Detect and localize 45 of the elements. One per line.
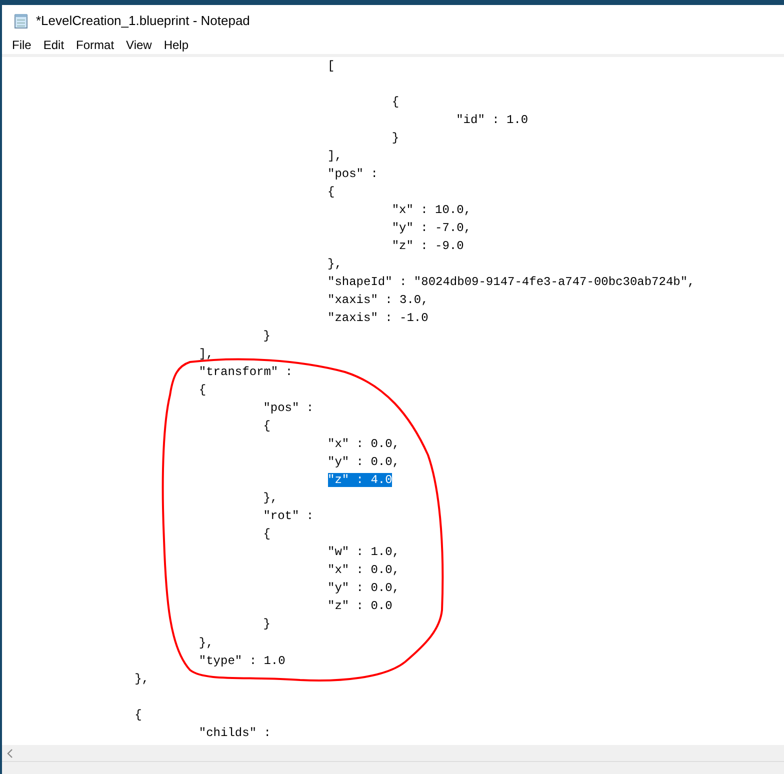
code-line: "z" : -9.0 — [392, 239, 464, 254]
code-line: "transform" : — [198, 365, 293, 380]
code-line: }, — [134, 672, 150, 686]
code-line: "type" : 1.0 — [198, 654, 286, 668]
notepad-icon — [13, 12, 29, 28]
code-line: "y" : -7.0, — [392, 221, 472, 236]
code-line: "x" : 10.0, — [392, 203, 472, 218]
code-line: "pos" : — [263, 401, 314, 416]
code-line: { — [263, 419, 270, 434]
code-line: "zaxis" : -1.0 — [328, 311, 428, 326]
code-line: "id" : 1.0 — [456, 113, 528, 128]
code-line: } — [392, 131, 400, 146]
code-line: } — [263, 617, 270, 632]
menu-item[interactable]: File — [6, 36, 38, 54]
code-line: "childs" : — [198, 726, 271, 740]
code-line: "w" : 1.0, — [328, 545, 400, 560]
horizontal-scrollbar[interactable] — [2, 745, 784, 762]
code-line: "shapeId" : "8024db09-9147-4fe3-a747-00bc30ab724b", — [328, 275, 695, 290]
code-line: ], — [328, 149, 342, 164]
code-line: ], — [198, 347, 214, 362]
selected-text: "z" : 4.0 — [328, 473, 392, 488]
menu-item[interactable]: Edit — [37, 36, 70, 54]
code-line: [ — [328, 59, 335, 73]
scroll-left-icon[interactable] — [7, 748, 13, 758]
code-line: "x" : 0.0, — [328, 437, 400, 452]
code-line: "pos" : — [328, 167, 378, 182]
menu-item[interactable]: View — [120, 36, 158, 54]
code-line: "z" : 0.0 — [328, 599, 392, 614]
code-line: }, — [263, 491, 278, 506]
code-line: }, — [328, 257, 342, 272]
menu-item[interactable]: Help — [158, 36, 195, 54]
code-line: { — [134, 708, 142, 722]
code-line: "y" : 0.0, — [328, 581, 400, 596]
menu-item[interactable]: Format — [70, 36, 120, 54]
code-line: } — [263, 329, 270, 344]
window-title: *LevelCreation_1.blueprint - Notepad — [36, 12, 250, 30]
code-line: }, — [198, 636, 214, 650]
code-line: "xaxis" : 3.0, — [328, 293, 428, 308]
code-line: "x" : 0.0, — [328, 563, 400, 578]
code-line: { — [263, 527, 270, 542]
code-line: { — [198, 383, 206, 398]
code-line: { — [328, 185, 335, 200]
code-line: "y" : 0.0, — [328, 455, 400, 470]
code-line: "rot" : — [263, 509, 314, 524]
code-line: { — [392, 95, 400, 110]
